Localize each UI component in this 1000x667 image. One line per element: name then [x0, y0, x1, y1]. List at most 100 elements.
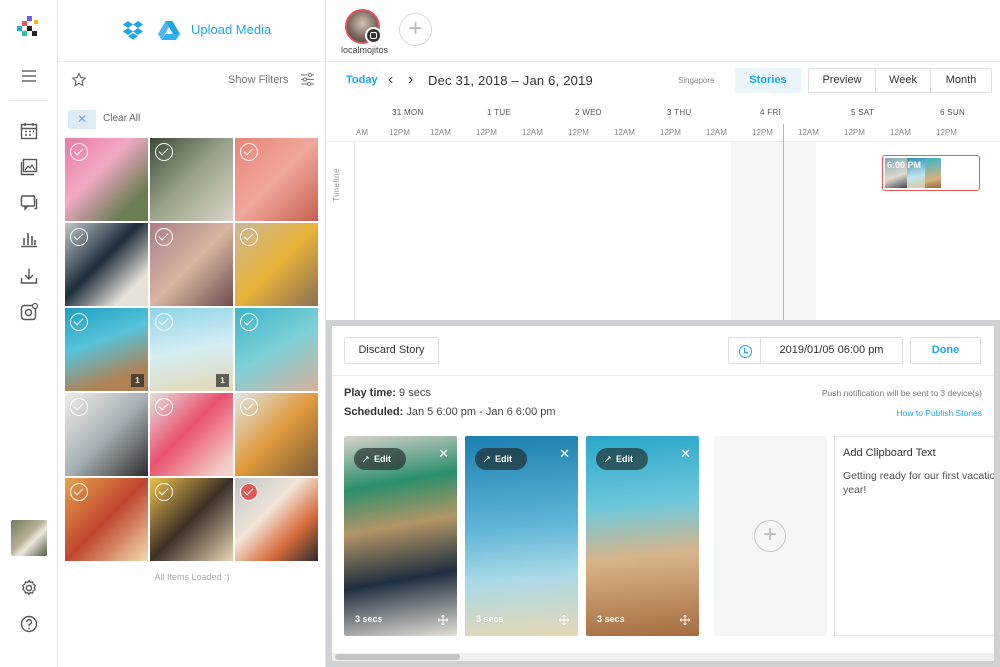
clear-all-button[interactable]: Clear All [103, 113, 140, 124]
day-header[interactable]: 3 THU [667, 108, 691, 117]
edit-button[interactable]: Edit [596, 448, 648, 470]
select-check-icon[interactable] [240, 398, 258, 416]
media-thumbnail[interactable]: 1 [150, 308, 233, 391]
next-week-icon[interactable]: › [408, 71, 413, 89]
day-header[interactable]: 5 SAT [851, 108, 874, 117]
media-thumbnail[interactable] [65, 393, 148, 476]
edit-button[interactable]: Edit [475, 448, 527, 470]
select-check-icon[interactable] [70, 143, 88, 161]
logo-icon[interactable] [17, 16, 41, 38]
story-editor-overlay: Discard Story 2019/01/05 06:00 pm Done P… [326, 320, 1000, 667]
media-thumbnail[interactable] [65, 478, 148, 561]
day-header[interactable]: 31 MON [392, 108, 424, 117]
media-thumbnail[interactable] [150, 478, 233, 561]
discard-story-button[interactable]: Discard Story [344, 337, 439, 364]
help-icon[interactable] [19, 614, 39, 634]
media-library-icon[interactable] [19, 157, 39, 177]
media-thumbnail[interactable] [150, 223, 233, 306]
timeline-area[interactable]: Timeline 6:00 PM [326, 142, 1000, 320]
filter-sliders-icon[interactable] [300, 72, 315, 87]
media-thumbnail[interactable]: 1 [65, 308, 148, 391]
select-check-icon[interactable] [240, 483, 258, 501]
settings-gear-icon[interactable] [19, 578, 39, 598]
schedule-clock-button[interactable] [728, 337, 761, 364]
media-thumbnail[interactable] [65, 223, 148, 306]
select-check-icon[interactable] [70, 398, 88, 416]
download-icon[interactable] [19, 266, 39, 286]
how-to-publish-link[interactable]: How to Publish Stories [896, 408, 982, 418]
week-tab[interactable]: Week [875, 68, 931, 93]
clock-icon [739, 345, 752, 358]
google-drive-icon[interactable] [158, 21, 180, 40]
day-headers: 31 MON 1 TUE 2 WED 3 THU 4 FRI 5 SAT 6 SUN [326, 100, 1000, 124]
month-tab[interactable]: Month [930, 68, 992, 93]
day-header[interactable]: 6 SUN [940, 108, 965, 117]
horizontal-scrollbar[interactable] [332, 653, 994, 661]
preview-tab[interactable]: Preview [808, 68, 876, 93]
media-thumbnail[interactable] [235, 308, 318, 391]
story-frame[interactable]: Edit ✕ 3 secs [586, 436, 699, 636]
calendar-icon[interactable] [19, 121, 39, 141]
day-header[interactable]: 2 WED [575, 108, 602, 117]
day-header[interactable]: 1 TUE [487, 108, 511, 117]
scheduled-story-event[interactable]: 6:00 PM [882, 155, 980, 191]
select-check-icon[interactable] [155, 313, 173, 331]
select-check-icon[interactable] [155, 398, 173, 416]
remove-frame-icon[interactable]: ✕ [680, 446, 691, 462]
done-button[interactable]: Done [910, 337, 981, 364]
select-check-icon[interactable] [155, 483, 173, 501]
hour-label: 12PM [936, 128, 957, 137]
timezone-label[interactable]: Singapore [678, 76, 714, 85]
clipboard-text[interactable]: Getting ready for our first vacation of … [843, 469, 994, 497]
remove-frame-icon[interactable]: ✕ [559, 446, 570, 462]
drag-handle-icon[interactable] [680, 615, 690, 625]
select-check-icon[interactable] [240, 313, 258, 331]
select-check-icon[interactable] [155, 228, 173, 246]
media-thumbnail[interactable] [65, 138, 148, 221]
clear-selection-icon[interactable]: ✕ [68, 110, 96, 129]
hour-headers: AM 12PM 12AM 12PM 12AM 12PM 12AM 12PM 12AM 12PM 12… [326, 124, 1000, 142]
add-account-button[interactable]: + [399, 13, 432, 46]
edit-button[interactable]: Edit [354, 448, 406, 470]
event-time: 6:00 PM [887, 160, 922, 170]
select-check-icon[interactable] [240, 143, 258, 161]
drag-handle-icon[interactable] [559, 615, 569, 625]
divider [332, 375, 994, 376]
prev-week-icon[interactable]: ‹ [388, 71, 393, 89]
select-check-icon[interactable] [70, 313, 88, 331]
app-root: Upload Media Show Filters ✕ Clear All 1 1… [0, 0, 1000, 667]
media-thumbnail[interactable] [150, 138, 233, 221]
select-check-icon[interactable] [155, 143, 173, 161]
scrollbar-thumb[interactable] [335, 654, 460, 660]
menu-icon[interactable] [19, 66, 39, 86]
instagram-settings-icon[interactable] [19, 302, 39, 322]
story-frame[interactable]: Edit ✕ 3 secs [465, 436, 578, 636]
select-check-icon[interactable] [70, 483, 88, 501]
conversations-icon[interactable] [19, 193, 39, 213]
select-check-icon[interactable] [70, 228, 88, 246]
dropbox-icon[interactable] [122, 20, 144, 40]
day-header[interactable]: 4 FRI [760, 108, 781, 117]
clipboard-text-card[interactable]: Add Clipboard Text Getting ready for our… [834, 436, 994, 636]
media-thumbnail[interactable] [235, 393, 318, 476]
media-thumbnail[interactable] [235, 138, 318, 221]
timeline-axis [354, 142, 355, 320]
drag-handle-icon[interactable] [438, 615, 448, 625]
media-thumbnail[interactable] [235, 223, 318, 306]
add-story-frame[interactable]: + [714, 436, 827, 636]
media-thumbnail[interactable] [235, 478, 318, 561]
user-avatar[interactable] [11, 520, 47, 556]
star-icon[interactable] [71, 72, 87, 88]
today-button[interactable]: Today [346, 74, 378, 86]
media-thumbnail[interactable] [150, 393, 233, 476]
select-check-icon[interactable] [240, 228, 258, 246]
upload-media-button[interactable]: Upload Media [191, 22, 271, 37]
remove-frame-icon[interactable]: ✕ [438, 446, 449, 462]
analytics-icon[interactable] [19, 229, 39, 249]
story-frame[interactable]: Edit ✕ 3 secs [344, 436, 457, 636]
hour-label: 12PM [568, 128, 589, 137]
stories-toggle[interactable]: Stories [735, 68, 801, 93]
edit-label: Edit [374, 454, 391, 464]
show-filters-button[interactable]: Show Filters [228, 74, 289, 86]
schedule-datetime-field[interactable]: 2019/01/05 06:00 pm [760, 337, 903, 364]
